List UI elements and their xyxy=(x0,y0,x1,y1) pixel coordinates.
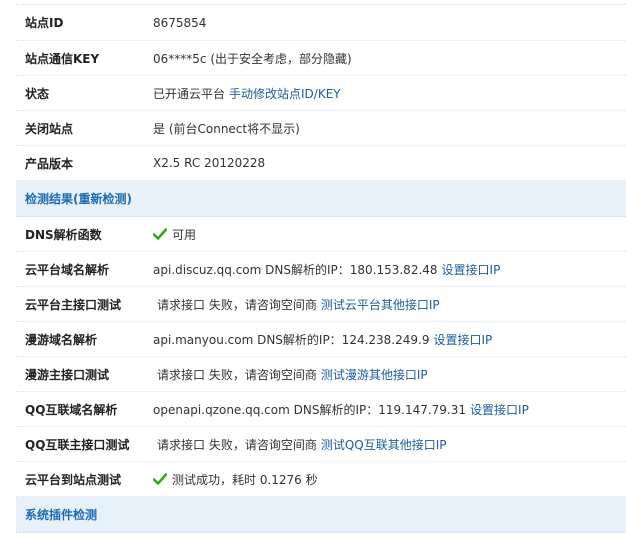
cloud-to-site-test-value: 测试成功，耗时 0.1276 秒 xyxy=(153,471,626,488)
recheck-link[interactable]: 重新检测 xyxy=(79,190,127,207)
qq-main-test-label: QQ互联主接口测试 xyxy=(25,437,130,452)
site-key-value: 06****5c (出于安全考虑，部分隐藏) xyxy=(153,51,352,66)
check-results-header: 检测结果(重新检测) xyxy=(16,181,626,217)
row-qq-domain-resolve: QQ互联域名解析 openapi.qzone.qq.com DNS解析的IP：1… xyxy=(16,392,626,427)
cloud-main-test-value: 请求接口 失败，请咨询空间商 测试云平台其他接口IP xyxy=(153,296,626,313)
product-version-value: X2.5 RC 20120228 xyxy=(153,156,266,170)
status-value-wrap: 已开通云平台 手动修改站点ID/KEY xyxy=(153,85,626,102)
check-icon xyxy=(153,473,167,485)
close-site-label: 关闭站点 xyxy=(25,121,74,136)
qq-domain-resolve-label: QQ互联域名解析 xyxy=(25,402,118,417)
manyou-main-test-value: 请求接口 失败，请咨询空间商 测试漫游其他接口IP xyxy=(153,366,626,383)
manyou-domain-resolve-label: 漫游域名解析 xyxy=(25,332,98,347)
status-label: 状态 xyxy=(25,86,50,101)
qq-set-interface-ip-link[interactable]: 设置接口IP xyxy=(470,401,529,418)
test-cloud-other-ip-link[interactable]: 测试云平台其他接口IP xyxy=(321,296,440,313)
plugin-check-title: 系统插件检测 xyxy=(25,508,98,522)
cloud-domain-resolve-value: api.discuz.qq.com DNS解析的IP：180.153.82.48… xyxy=(153,261,626,278)
cloud-domain-resolve-text: api.discuz.qq.com DNS解析的IP：180.153.82.48 xyxy=(153,262,438,277)
status-value: 已开通云平台 xyxy=(153,86,226,101)
manyou-domain-resolve-text: api.manyou.com DNS解析的IP：124.238.249.9 xyxy=(153,332,430,347)
site-key-label: 站点通信KEY xyxy=(25,51,100,66)
manyou-main-test-label: 漫游主接口测试 xyxy=(25,367,110,382)
dns-function-status: 可用 xyxy=(172,227,197,242)
row-manyou-main-test: 漫游主接口测试 请求接口 失败，请咨询空间商 测试漫游其他接口IP xyxy=(16,357,626,392)
row-cloud-main-test: 云平台主接口测试 请求接口 失败，请咨询空间商 测试云平台其他接口IP xyxy=(16,287,626,322)
site-id-value: 8675854 xyxy=(153,15,207,30)
cloud-to-site-test-label: 云平台到站点测试 xyxy=(25,472,122,487)
row-site-key: 站点通信KEY 06****5c (出于安全考虑，部分隐藏) xyxy=(16,41,626,76)
row-dns-function: DNS解析函数 可用 xyxy=(16,217,626,252)
product-version-label: 产品版本 xyxy=(25,156,74,171)
row-manyou-domain-resolve: 漫游域名解析 api.manyou.com DNS解析的IP：124.238.2… xyxy=(16,322,626,357)
test-manyou-other-ip-link[interactable]: 测试漫游其他接口IP xyxy=(321,366,428,383)
check-results-title: 检测结果( xyxy=(25,192,79,206)
row-status: 状态 已开通云平台 手动修改站点ID/KEY xyxy=(16,76,626,111)
qq-main-test-text: 请求接口 失败，请咨询空间商 xyxy=(157,437,317,452)
dns-function-value: 可用 xyxy=(153,226,626,243)
cloud-main-test-text: 请求接口 失败，请咨询空间商 xyxy=(157,297,317,312)
cloud-platform-diagnostics-panel: 站点ID 8675854 站点通信KEY 06****5c (出于安全考虑，部分… xyxy=(16,0,626,533)
row-product-version: 产品版本 X2.5 RC 20120228 xyxy=(16,146,626,181)
edit-site-id-key-link[interactable]: 手动修改站点ID/KEY xyxy=(229,85,341,102)
manyou-main-test-text: 请求接口 失败，请咨询空间商 xyxy=(157,367,317,382)
test-qq-other-ip-link[interactable]: 测试QQ互联其他接口IP xyxy=(321,436,447,453)
plugin-check-header: 系统插件检测 xyxy=(16,497,626,533)
manyou-set-interface-ip-link[interactable]: 设置接口IP xyxy=(433,331,492,348)
qq-domain-resolve-value: openapi.qzone.qq.com DNS解析的IP：119.147.79… xyxy=(153,401,626,418)
row-cloud-domain-resolve: 云平台域名解析 api.discuz.qq.com DNS解析的IP：180.1… xyxy=(16,252,626,287)
close-site-value: 是 (前台Connect将不显示) xyxy=(153,121,300,136)
cloud-set-interface-ip-link[interactable]: 设置接口IP xyxy=(442,261,501,278)
check-results-title-suffix: ) xyxy=(126,191,132,206)
site-id-label: 站点ID xyxy=(25,16,64,30)
cloud-main-test-label: 云平台主接口测试 xyxy=(25,297,122,312)
check-icon xyxy=(153,228,167,240)
row-site-id: 站点ID 8675854 xyxy=(16,5,626,41)
qq-main-test-value: 请求接口 失败，请咨询空间商 测试QQ互联其他接口IP xyxy=(153,436,626,453)
cloud-to-site-test-status: 测试成功，耗时 0.1276 秒 xyxy=(172,472,318,487)
qq-domain-resolve-text: openapi.qzone.qq.com DNS解析的IP：119.147.79… xyxy=(153,402,467,417)
row-close-site: 关闭站点 是 (前台Connect将不显示) xyxy=(16,111,626,146)
dns-function-label: DNS解析函数 xyxy=(25,227,102,242)
cloud-domain-resolve-label: 云平台域名解析 xyxy=(25,262,110,277)
row-cloud-to-site-test: 云平台到站点测试 测试成功，耗时 0.1276 秒 xyxy=(16,462,626,497)
manyou-domain-resolve-value: api.manyou.com DNS解析的IP：124.238.249.9 设置… xyxy=(153,331,626,348)
row-qq-main-test: QQ互联主接口测试 请求接口 失败，请咨询空间商 测试QQ互联其他接口IP xyxy=(16,427,626,462)
